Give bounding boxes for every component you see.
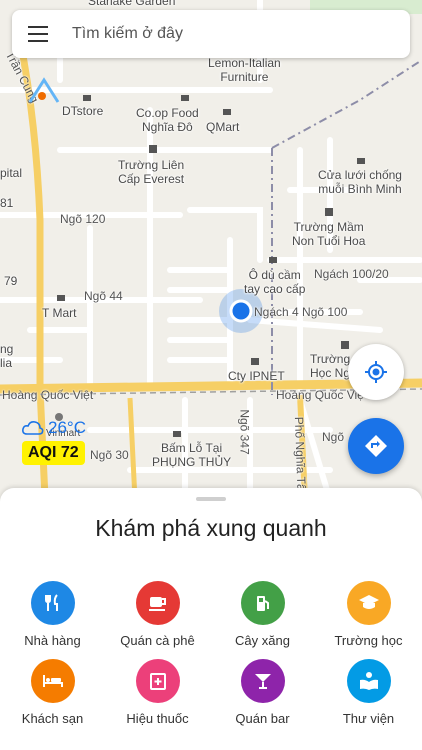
category-label: Cây xăng: [235, 633, 290, 648]
category-label: Quán bar: [235, 711, 290, 726]
crosshair-icon: [365, 361, 387, 383]
category-bar[interactable]: Quán bar: [210, 659, 315, 726]
category-library[interactable]: Thư viện: [316, 659, 421, 726]
road-label-ngo347: Ngõ 347: [237, 409, 252, 455]
place-label-81: 81: [0, 196, 14, 210]
aqi-badge[interactable]: AQI 72: [22, 441, 85, 465]
pharmacy-icon: [135, 659, 180, 703]
place-label-bam-lo[interactable]: Bấm Lỗ Tại PHỤNG THỦY: [152, 441, 231, 469]
category-school[interactable]: Trường học: [316, 581, 421, 648]
school-pin-icon[interactable]: [324, 207, 334, 217]
restaurant-icon: [30, 581, 75, 625]
office-pin-icon[interactable]: [250, 356, 260, 366]
category-pharmacy[interactable]: Hiệu thuốc: [105, 659, 210, 726]
place-label-coop[interactable]: Co.op Food Nghĩa Đô: [136, 106, 199, 134]
place-label-o-du[interactable]: Ô dù cầm tay cao cấp: [244, 268, 305, 296]
school-pin-icon[interactable]: [340, 340, 350, 350]
road-label-ngach100: Ngách 100/20: [314, 267, 389, 281]
bar-icon: [240, 659, 285, 703]
temperature-text: 26°C: [48, 418, 86, 437]
library-icon: [346, 659, 391, 703]
place-label-school-everest[interactable]: Trường Liên Cấp Everest: [118, 158, 184, 186]
place-label-dtstore[interactable]: DTstore: [62, 104, 103, 118]
shop-pin-icon[interactable]: [356, 155, 366, 165]
shop-pin-icon[interactable]: [56, 292, 66, 302]
place-label-qmart[interactable]: QMart: [206, 120, 239, 134]
map-logo-icon: [28, 77, 60, 103]
category-gas-station[interactable]: Cây xăng: [210, 581, 315, 648]
coffee-icon: [135, 581, 180, 625]
place-label-ipnet[interactable]: Cty IPNET: [228, 369, 285, 383]
category-label: Nhà hàng: [24, 633, 81, 648]
category-coffee[interactable]: Quán cà phê: [105, 581, 210, 648]
weather-widget[interactable]: 26°C: [22, 418, 86, 438]
category-label: Thư viện: [342, 711, 395, 726]
category-label: Khách sạn: [21, 711, 84, 726]
road-label-ngo44: Ngõ 44: [84, 289, 123, 303]
sheet-drag-handle[interactable]: [196, 497, 226, 501]
place-label-starlake[interactable]: Starlake Garden: [88, 0, 175, 8]
category-label: Trường học: [334, 633, 403, 648]
category-label: Quán cà phê: [120, 633, 195, 648]
road-label-ngo30: Ngõ 30: [90, 448, 129, 462]
menu-icon[interactable]: [28, 26, 48, 42]
shop-pin-icon[interactable]: [222, 106, 232, 116]
school-icon: [346, 581, 391, 625]
road-label-hqv-right: Hoàng Quốc Việ: [276, 388, 364, 402]
my-location-button[interactable]: [348, 344, 404, 400]
gas-station-icon: [240, 581, 285, 625]
directions-icon: [365, 435, 387, 457]
hotel-icon: [30, 659, 75, 703]
school-pin-icon[interactable]: [148, 144, 158, 154]
place-label-cua-luoi[interactable]: Cửa lưới chống muỗi Bình Minh: [318, 168, 402, 196]
place-label-pital: pital: [0, 166, 23, 180]
place-label-lemon[interactable]: Lemon-Italian Furniture: [208, 56, 281, 84]
directions-button[interactable]: [348, 418, 404, 474]
search-input[interactable]: Tìm kiếm ở đây: [72, 25, 183, 43]
cloud-icon: [22, 421, 44, 435]
road-label-nghia-tan: Phố Nghĩa Tân: [291, 416, 309, 498]
place-label-ng: ng lia: [0, 342, 14, 370]
category-hotel[interactable]: Khách sạn: [0, 659, 105, 726]
category-restaurant[interactable]: Nhà hàng: [0, 581, 105, 648]
shop-pin-icon[interactable]: [180, 92, 190, 102]
place-label-79: 79: [4, 274, 18, 288]
shop-pin-icon[interactable]: [268, 254, 278, 264]
category-label: Hiệu thuốc: [126, 711, 189, 726]
road-label-ngach4: Ngách 4 Ngõ 100: [254, 305, 348, 319]
place-label-tmart[interactable]: T Mart: [42, 306, 76, 320]
sheet-title: Khám phá xung quanh: [95, 515, 327, 541]
search-bar[interactable]: Tìm kiếm ở đây: [12, 10, 410, 58]
shop-pin-icon[interactable]: [82, 92, 92, 102]
shop-pin-icon[interactable]: [172, 428, 182, 438]
road-label-ngo-right: Ngõ: [322, 430, 345, 444]
road-label-hqv-left: Hoàng Quốc Việt: [2, 388, 94, 402]
road-label-ngo120: Ngõ 120: [60, 212, 106, 226]
explore-sheet[interactable]: Khám phá xung quanh Nhà hàng Quán cà phê…: [0, 488, 422, 750]
place-label-mam-non[interactable]: Trường Mầm Non Tuổi Hoa: [292, 220, 365, 248]
